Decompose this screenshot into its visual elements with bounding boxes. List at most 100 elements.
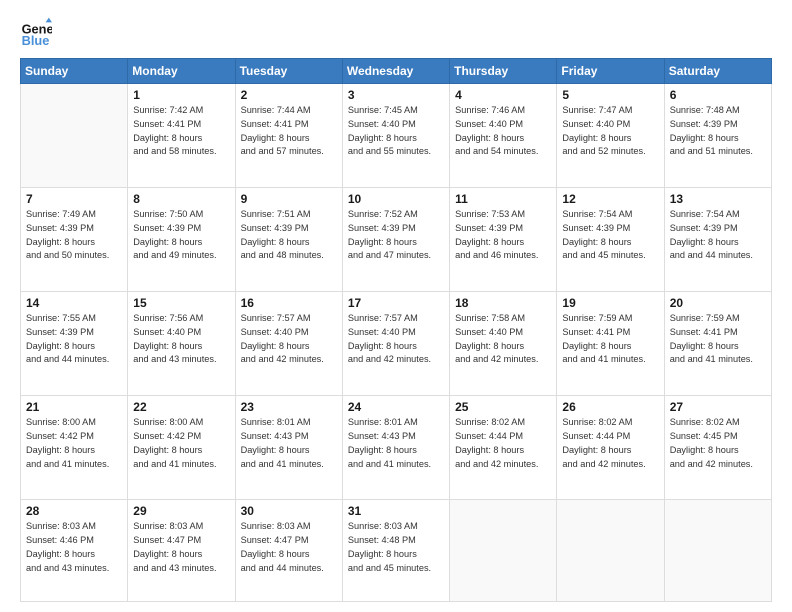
sunset-text: Sunset: 4:39 PM — [562, 222, 658, 236]
daylight-line1: Daylight: 8 hours — [455, 340, 551, 354]
calendar-cell: 4Sunrise: 7:46 AMSunset: 4:40 PMDaylight… — [450, 84, 557, 188]
daylight-line2: and and 43 minutes. — [133, 353, 229, 367]
sunset-text: Sunset: 4:40 PM — [348, 326, 444, 340]
daylight-line1: Daylight: 8 hours — [670, 236, 766, 250]
day-number: 31 — [348, 504, 444, 518]
sunset-text: Sunset: 4:40 PM — [241, 326, 337, 340]
header-day-monday: Monday — [128, 59, 235, 84]
sunset-text: Sunset: 4:41 PM — [133, 118, 229, 132]
daylight-line1: Daylight: 8 hours — [670, 132, 766, 146]
calendar-cell: 10Sunrise: 7:52 AMSunset: 4:39 PMDayligh… — [342, 188, 449, 292]
day-number: 30 — [241, 504, 337, 518]
logo: General Blue — [20, 16, 58, 48]
sunrise-text: Sunrise: 7:46 AM — [455, 104, 551, 118]
sunrise-text: Sunrise: 7:52 AM — [348, 208, 444, 222]
daylight-line1: Daylight: 8 hours — [241, 132, 337, 146]
day-number: 23 — [241, 400, 337, 414]
sunset-text: Sunset: 4:39 PM — [348, 222, 444, 236]
sunrise-text: Sunrise: 8:03 AM — [241, 520, 337, 534]
day-number: 4 — [455, 88, 551, 102]
calendar-cell: 16Sunrise: 7:57 AMSunset: 4:40 PMDayligh… — [235, 292, 342, 396]
day-number: 9 — [241, 192, 337, 206]
day-number: 7 — [26, 192, 122, 206]
sunset-text: Sunset: 4:39 PM — [26, 326, 122, 340]
daylight-line2: and and 58 minutes. — [133, 145, 229, 159]
sunset-text: Sunset: 4:42 PM — [133, 430, 229, 444]
header-day-saturday: Saturday — [664, 59, 771, 84]
sunrise-text: Sunrise: 8:01 AM — [348, 416, 444, 430]
daylight-line2: and and 42 minutes. — [670, 458, 766, 472]
daylight-line1: Daylight: 8 hours — [670, 444, 766, 458]
day-number: 16 — [241, 296, 337, 310]
daylight-line2: and and 44 minutes. — [241, 562, 337, 576]
daylight-line1: Daylight: 8 hours — [26, 340, 122, 354]
day-number: 17 — [348, 296, 444, 310]
calendar-cell: 8Sunrise: 7:50 AMSunset: 4:39 PMDaylight… — [128, 188, 235, 292]
calendar-cell: 11Sunrise: 7:53 AMSunset: 4:39 PMDayligh… — [450, 188, 557, 292]
calendar-cell — [557, 500, 664, 602]
calendar-cell: 2Sunrise: 7:44 AMSunset: 4:41 PMDaylight… — [235, 84, 342, 188]
sunset-text: Sunset: 4:39 PM — [670, 222, 766, 236]
logo-icon: General Blue — [20, 16, 52, 48]
sunset-text: Sunset: 4:39 PM — [670, 118, 766, 132]
day-number: 10 — [348, 192, 444, 206]
day-number: 11 — [455, 192, 551, 206]
day-number: 5 — [562, 88, 658, 102]
calendar-cell: 15Sunrise: 7:56 AMSunset: 4:40 PMDayligh… — [128, 292, 235, 396]
daylight-line2: and and 41 minutes. — [26, 458, 122, 472]
daylight-line2: and and 55 minutes. — [348, 145, 444, 159]
daylight-line2: and and 43 minutes. — [133, 562, 229, 576]
day-number: 8 — [133, 192, 229, 206]
sunrise-text: Sunrise: 7:45 AM — [348, 104, 444, 118]
daylight-line1: Daylight: 8 hours — [241, 236, 337, 250]
daylight-line2: and and 43 minutes. — [26, 562, 122, 576]
calendar-cell — [664, 500, 771, 602]
calendar-cell: 26Sunrise: 8:02 AMSunset: 4:44 PMDayligh… — [557, 396, 664, 500]
calendar-cell: 18 Sunrise: 7:58 AMSunset: 4:40 PMDayligh… — [450, 292, 557, 396]
daylight-line1: Daylight: 8 hours — [348, 132, 444, 146]
calendar-cell: 28Sunrise: 8:03 AMSunset: 4:46 PMDayligh… — [21, 500, 128, 602]
sunrise-text: Sunrise: 8:00 AM — [133, 416, 229, 430]
daylight-line2: and and 41 minutes. — [241, 458, 337, 472]
sunrise-text: Sunrise: 7:59 AM — [670, 312, 766, 326]
sunset-text: Sunset: 4:47 PM — [133, 534, 229, 548]
daylight-line1: Daylight: 8 hours — [670, 340, 766, 354]
sunrise-text: Sunrise: 7:57 AM — [348, 312, 444, 326]
header-day-sunday: Sunday — [21, 59, 128, 84]
daylight-line1: Daylight: 8 hours — [348, 444, 444, 458]
sunrise-text: Sunrise: 8:02 AM — [455, 416, 551, 430]
daylight-line2: and and 49 minutes. — [133, 249, 229, 263]
sunset-text: Sunset: 4:44 PM — [562, 430, 658, 444]
day-number: 3 — [348, 88, 444, 102]
calendar-cell: 5Sunrise: 7:47 AMSunset: 4:40 PMDaylight… — [557, 84, 664, 188]
day-number: 1 — [133, 88, 229, 102]
sunset-text: Sunset: 4:41 PM — [562, 326, 658, 340]
calendar-cell — [21, 84, 128, 188]
day-number: 18 — [455, 296, 551, 310]
sunset-text: Sunset: 4:40 PM — [348, 118, 444, 132]
sunset-text: Sunset: 4:48 PM — [348, 534, 444, 548]
sunset-text: Sunset: 4:40 PM — [455, 326, 551, 340]
sunrise-text: Sunrise: 7:51 AM — [241, 208, 337, 222]
day-number: 28 — [26, 504, 122, 518]
calendar-cell: 24Sunrise: 8:01 AMSunset: 4:43 PMDayligh… — [342, 396, 449, 500]
header-day-tuesday: Tuesday — [235, 59, 342, 84]
calendar-cell: 17Sunrise: 7:57 AMSunset: 4:40 PMDayligh… — [342, 292, 449, 396]
sunrise-text: Sunrise: 7:56 AM — [133, 312, 229, 326]
sunrise-text: Sunrise: 7:53 AM — [455, 208, 551, 222]
daylight-line2: and and 44 minutes. — [26, 353, 122, 367]
daylight-line2: and and 45 minutes. — [348, 562, 444, 576]
daylight-line1: Daylight: 8 hours — [241, 548, 337, 562]
sunrise-text: Sunrise: 8:03 AM — [348, 520, 444, 534]
sunrise-text: Sunrise: 7:58 AM — [455, 312, 551, 326]
daylight-line1: Daylight: 8 hours — [562, 444, 658, 458]
sunset-text: Sunset: 4:39 PM — [133, 222, 229, 236]
day-number: 14 — [26, 296, 122, 310]
header-day-friday: Friday — [557, 59, 664, 84]
sunset-text: Sunset: 4:47 PM — [241, 534, 337, 548]
daylight-line2: and and 42 minutes. — [348, 353, 444, 367]
day-number: 26 — [562, 400, 658, 414]
day-number: 2 — [241, 88, 337, 102]
sunset-text: Sunset: 4:39 PM — [241, 222, 337, 236]
calendar-cell: 22Sunrise: 8:00 AMSunset: 4:42 PMDayligh… — [128, 396, 235, 500]
